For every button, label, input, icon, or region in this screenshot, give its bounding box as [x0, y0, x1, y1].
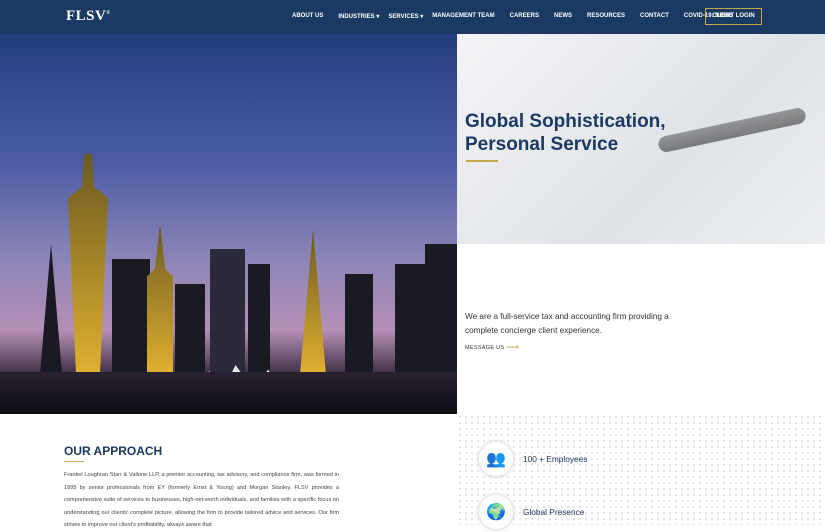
logo-text: FLSV — [66, 8, 107, 24]
nav-management-team[interactable]: MANAGEMENT TEAM — [432, 13, 494, 20]
nav-industries[interactable]: INDUSTRIES — [338, 13, 379, 20]
approach-title: OUR APPROACH — [64, 444, 163, 458]
message-us-link[interactable]: MESSAGE US ⟶ — [465, 342, 519, 353]
nav-contact[interactable]: CONTACT — [640, 13, 669, 20]
arrow-right-icon: ⟶ — [506, 342, 520, 352]
stat-employees: 👥 100 + Employees — [478, 441, 587, 477]
stat-label: Global Presence — [523, 507, 585, 517]
hero-city-image — [0, 34, 457, 414]
hero-title: Global Sophistication, Personal Service — [465, 110, 666, 156]
nav-about-us[interactable]: ABOUT US — [292, 13, 323, 20]
stat-label: 100 + Employees — [523, 454, 588, 464]
nav-services[interactable]: SERVICES — [388, 13, 423, 20]
nav-careers[interactable]: CAREERS — [510, 13, 539, 20]
hero-title-line2: Personal Service — [465, 134, 619, 155]
logo[interactable]: FLSV® — [66, 8, 111, 25]
nav-resources[interactable]: RESOURCES — [587, 13, 625, 20]
pen-image — [656, 106, 808, 154]
hero-lead: We are a full-service tax and accounting… — [465, 312, 669, 335]
approach-body: Frankel Loughran Starr & Vallone LLP, a … — [64, 472, 339, 528]
title-divider — [466, 160, 498, 162]
client-login-button[interactable]: CLIENT LOGIN — [705, 8, 762, 25]
top-nav: FLSV® ABOUT US INDUSTRIES SERVICES MANAG… — [0, 0, 825, 34]
hero-title-line1: Global Sophistication, — [465, 111, 666, 132]
approach-divider — [64, 461, 84, 462]
people-icon: 👥 — [478, 441, 514, 477]
message-us-label: MESSAGE US — [465, 344, 505, 351]
main-menu: ABOUT US INDUSTRIES SERVICES MANAGEMENT … — [292, 13, 748, 20]
nav-news[interactable]: NEWS — [554, 13, 572, 20]
